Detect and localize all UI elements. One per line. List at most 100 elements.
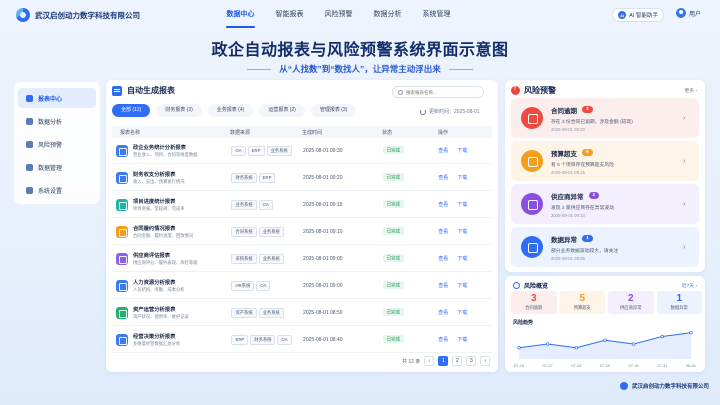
download-link[interactable]: 下载: [457, 147, 467, 154]
report-time: 2025-08-01 08:50: [303, 309, 343, 316]
report-search[interactable]: [392, 86, 484, 98]
alert-description: 有 5 个项目存在预算超支风险: [551, 162, 614, 168]
report-actions: 查看 下载: [438, 228, 492, 235]
data-anomaly-icon: [521, 236, 543, 258]
report-name[interactable]: 合同履约情况报表: [133, 224, 231, 232]
sidebar-item-report-center[interactable]: 报表中心: [18, 88, 96, 108]
source-chip: OA: [258, 199, 273, 210]
sidebar-item-data-analysis[interactable]: 数据分析: [18, 111, 96, 131]
status-badge: 已完成: [382, 281, 405, 289]
report-status-cell: 已完成: [382, 308, 439, 316]
download-link[interactable]: 下载: [457, 201, 467, 208]
report-description: 合同金额、履约进度、回款情况: [133, 233, 194, 239]
tab-management[interactable]: 管理报表 (3): [310, 104, 357, 117]
report-time: 2025-08-01 09:15: [303, 201, 343, 208]
overview-stat[interactable]: 2 供应商异常: [608, 291, 654, 314]
ai-assistant-button[interactable]: AI AI 智能助手: [612, 8, 664, 22]
view-link[interactable]: 查看: [438, 282, 448, 289]
report-name-cell: 经营决策分析报表 多维度经营数据汇总分析: [133, 332, 231, 348]
view-link[interactable]: 查看: [438, 201, 448, 208]
view-link[interactable]: 查看: [438, 147, 448, 154]
report-icon: [116, 144, 128, 157]
alert-description: 发现 2 家供应商存在异常波动: [551, 205, 614, 211]
source-chip: 业务系统: [258, 307, 284, 318]
alert-title-row: 合同逾期 3: [551, 105, 683, 115]
download-link[interactable]: 下载: [457, 228, 467, 235]
prev-page-button[interactable]: ‹: [424, 356, 435, 366]
status-badge: 已完成: [382, 173, 405, 181]
risk-alert-supplier-anomaly[interactable]: 供应商异常 2 发现 2 家供应商存在异常波动 2025-08-01 09:10 ›: [511, 184, 699, 224]
report-sources: OA ERP 业务系统: [231, 145, 303, 156]
trend-point: [689, 331, 693, 335]
sidebar-item-settings[interactable]: 系统设置: [18, 180, 96, 200]
report-name[interactable]: 项目进度统计报表: [133, 197, 231, 205]
column-header-time: 生成时间: [302, 129, 323, 136]
stat-label: 合同逾期: [525, 305, 543, 310]
overview-range-link[interactable]: 近7天 ›: [682, 282, 697, 289]
nav-smart-reports[interactable]: 智能报表: [265, 0, 314, 30]
update-time[interactable]: 更新时间：2025-08-01: [420, 108, 480, 115]
page-button-2[interactable]: 2: [452, 356, 463, 366]
view-link[interactable]: 查看: [438, 309, 448, 316]
page-button-1[interactable]: 1: [438, 356, 449, 366]
nav-system-admin[interactable]: 系统管理: [412, 0, 461, 30]
download-link[interactable]: 下载: [457, 255, 467, 262]
sidebar-item-data-management[interactable]: 数据管理: [18, 157, 96, 177]
risk-alert-contract-overdue[interactable]: 合同逾期 3 存在 3 份合同已逾期，涉及金额 (较高) 2025-08-01 09:…: [511, 98, 699, 138]
user-menu[interactable]: 用户: [676, 8, 701, 18]
sidebar-item-label: 数据管理: [38, 165, 63, 172]
search-input[interactable]: [406, 89, 482, 95]
sidebar-item-label: 风险预警: [38, 142, 63, 149]
tab-business[interactable]: 业务报表 (4): [207, 104, 254, 117]
view-link[interactable]: 查看: [438, 336, 448, 343]
overview-stat[interactable]: 3 合同逾期: [511, 291, 557, 314]
view-link[interactable]: 查看: [438, 228, 448, 235]
brand-logo[interactable]: 武汉启创动力数字科技有限公司: [16, 8, 140, 22]
source-chip: 合同系统: [231, 226, 257, 237]
report-time: 2025-08-01 09:30: [303, 147, 343, 154]
tab-all[interactable]: 全部 (12): [112, 104, 151, 117]
brand-name: 武汉启创动力数字科技有限公司: [35, 10, 140, 20]
risk-alert-budget-overrun[interactable]: 预算超支 5 有 5 个项目存在预算超支风险 2025-08-01 09:15 ›: [511, 141, 699, 181]
sidebar-item-label: 数据分析: [38, 119, 63, 126]
download-link[interactable]: 下载: [457, 282, 467, 289]
risk-more-link[interactable]: 更多 ›: [684, 87, 697, 94]
view-link[interactable]: 查看: [438, 174, 448, 181]
budget-overrun-icon: [521, 150, 543, 172]
report-name[interactable]: 政企业务统计分析报表: [133, 143, 231, 151]
gear-icon: [26, 186, 33, 194]
download-link[interactable]: 下载: [457, 309, 467, 316]
status-badge: 已完成: [382, 254, 405, 262]
sidebar-item-risk-warning[interactable]: 风险预警: [18, 134, 96, 154]
nav-risk-warning[interactable]: 风险预警: [314, 0, 363, 30]
report-name[interactable]: 资产运营分析报表: [133, 305, 231, 313]
report-name[interactable]: 经营决策分析报表: [133, 332, 231, 340]
view-link[interactable]: 查看: [438, 255, 448, 262]
tab-finance[interactable]: 财务报表 (3): [156, 104, 202, 117]
overview-header: 风险概览: [513, 281, 548, 290]
nav-data-center[interactable]: 数据中心: [216, 0, 265, 30]
next-page-button[interactable]: ›: [480, 356, 491, 366]
trend-point: [603, 338, 607, 342]
overview-stat[interactable]: 1 数据异常: [656, 291, 702, 314]
tab-operations[interactable]: 运营报表 (2): [259, 104, 305, 117]
table-row: 资产运营分析报表 资产状况、使用率、维护记录 资产系统 业务系统 2025-08-01 …: [112, 300, 492, 326]
download-link[interactable]: 下载: [457, 336, 467, 343]
report-icon: [116, 225, 128, 238]
report-name-cell: 项目进度统计报表 项目进展、里程碑、完成率: [133, 197, 231, 213]
alert-title-row: 供应商异常 2: [551, 191, 683, 201]
stat-number: 1: [676, 293, 683, 304]
page-button-3[interactable]: 3: [466, 356, 477, 366]
report-name[interactable]: 供应商评估报表: [133, 251, 231, 259]
report-name-cell: 政企业务统计分析报表 营业收入、项目、合同等维度数据: [133, 143, 231, 159]
risk-alert-data-anomaly[interactable]: 数据异常 1 部分业务数据波动较大，请关注 2025-08-01 09:05 ›: [511, 227, 699, 267]
overview-stat[interactable]: 5 预算超支: [559, 291, 605, 314]
report-name[interactable]: 财务收支分析报表: [133, 170, 231, 178]
report-name[interactable]: 人力资源分析报表: [133, 278, 231, 286]
trend-area: [519, 332, 691, 359]
download-link[interactable]: 下载: [457, 174, 467, 181]
nav-data-analysis[interactable]: 数据分析: [363, 0, 412, 30]
report-sources: 采购系统 业务系统: [231, 253, 303, 264]
ai-assistant-label: AI 智能助手: [629, 13, 658, 19]
alert-time: 2025-08-01 09:05: [551, 255, 585, 261]
